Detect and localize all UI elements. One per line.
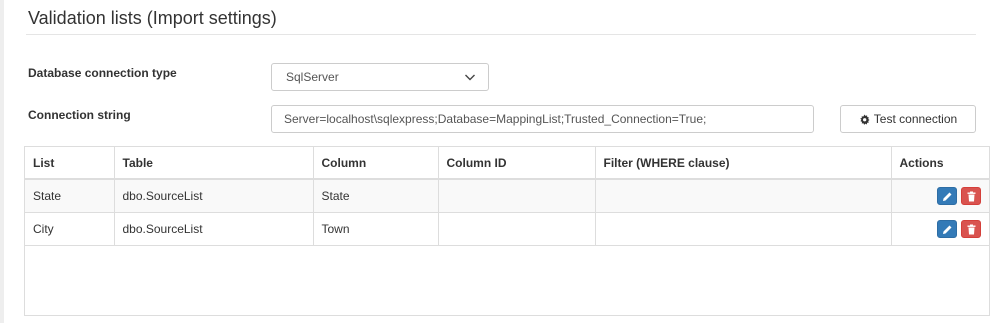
- column-header-actions: Actions: [891, 147, 989, 180]
- connection-string-input[interactable]: [271, 105, 814, 133]
- table-header-row: List Table Column Column ID Filter (WHER…: [25, 147, 989, 180]
- column-header-list[interactable]: List: [25, 147, 115, 180]
- cell-actions: [891, 179, 989, 213]
- gear-icon: [859, 113, 870, 125]
- edit-button[interactable]: [937, 186, 957, 205]
- connection-string-label: Connection string: [28, 108, 131, 122]
- cell-filter: [595, 179, 892, 213]
- validation-lists-grid: List Table Column Column ID Filter (WHER…: [24, 146, 990, 316]
- pencil-icon: [943, 192, 952, 201]
- validation-lists-table: List Table Column Column ID Filter (WHER…: [25, 147, 989, 246]
- test-connection-label: Test connection: [873, 112, 958, 126]
- cell-column-id: [438, 212, 596, 246]
- cell-column: Town: [313, 212, 439, 246]
- cell-table: dbo.SourceList: [114, 212, 314, 246]
- column-header-column-id[interactable]: Column ID: [438, 147, 596, 180]
- delete-button[interactable]: [961, 186, 981, 205]
- cell-actions: [891, 212, 989, 246]
- db-connection-type-label: Database connection type: [28, 66, 177, 80]
- cell-list: City: [25, 212, 115, 246]
- table-row[interactable]: City dbo.SourceList Town: [25, 212, 989, 246]
- cell-list: State: [25, 179, 115, 213]
- trash-icon: [967, 224, 976, 234]
- cell-column-id: [438, 179, 596, 213]
- cell-filter: [595, 212, 892, 246]
- left-gutter: [0, 0, 4, 323]
- cell-table: dbo.SourceList: [114, 179, 314, 213]
- page-title: Validation lists (Import settings): [28, 8, 277, 28]
- chevron-down-icon: [465, 74, 475, 81]
- title-divider: [26, 34, 976, 35]
- trash-icon: [967, 191, 976, 202]
- pencil-icon: [943, 225, 952, 234]
- edit-button[interactable]: [937, 219, 957, 238]
- cell-column: State: [313, 179, 439, 213]
- delete-button[interactable]: [961, 219, 981, 238]
- column-header-column[interactable]: Column: [313, 147, 439, 180]
- db-connection-type-select[interactable]: SqlServer: [271, 63, 489, 91]
- db-connection-type-value: SqlServer: [286, 70, 339, 84]
- column-header-table[interactable]: Table: [114, 147, 314, 180]
- column-header-filter[interactable]: Filter (WHERE clause): [595, 147, 892, 180]
- test-connection-button[interactable]: Test connection: [840, 105, 976, 133]
- table-row[interactable]: State dbo.SourceList State: [25, 179, 989, 213]
